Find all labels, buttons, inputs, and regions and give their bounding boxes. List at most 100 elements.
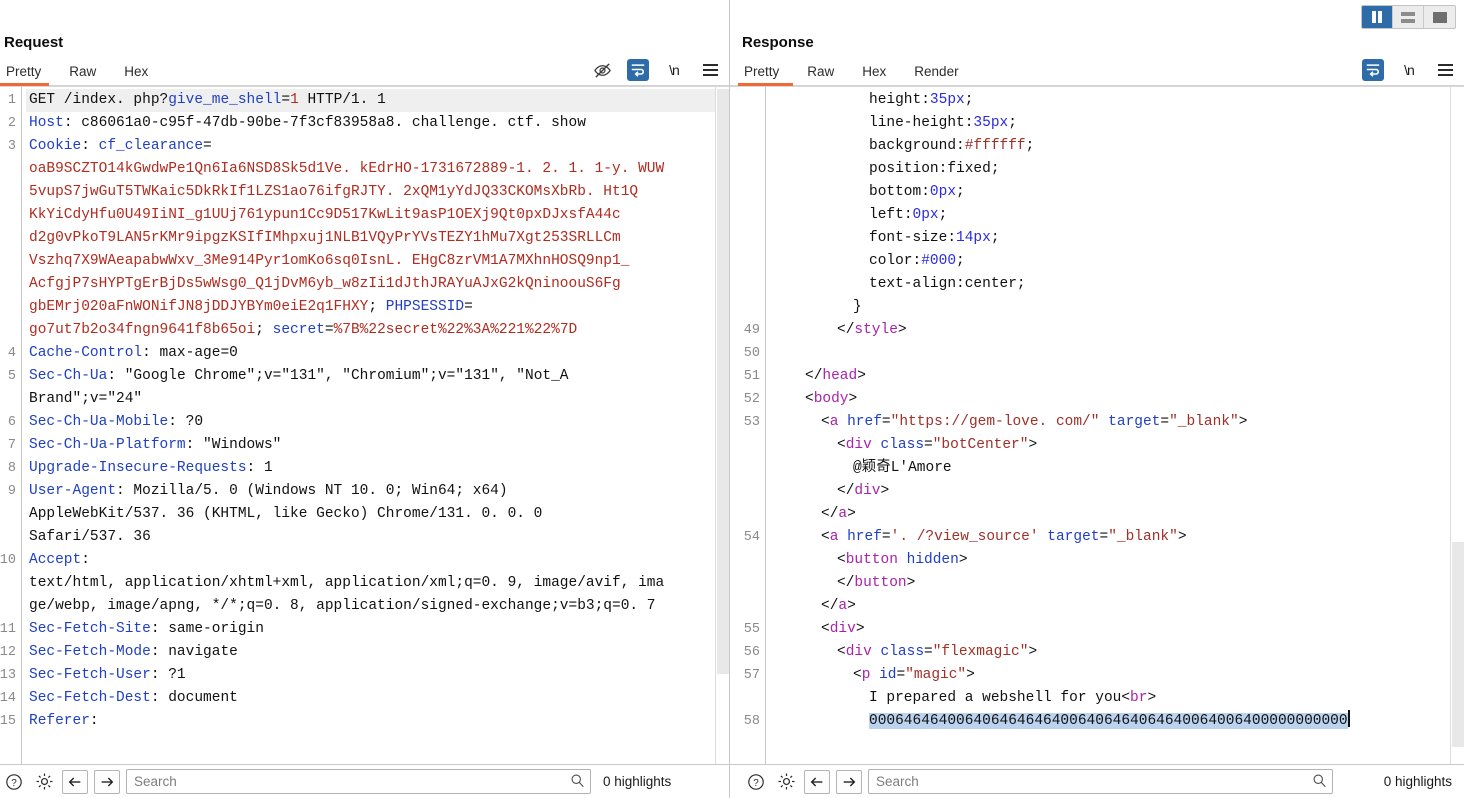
code-line[interactable]: <body> [770,388,1464,411]
response-editor[interactable]: 49 50 51 52 53 54 55 56 57 58 height:35px; line-he… [730,86,1464,764]
code-line[interactable]: text-align:center; [770,273,1464,296]
code-line[interactable] [770,342,1464,365]
code-token: Safari/537. 36 [29,529,151,545]
code-line[interactable]: font-size:14px; [770,227,1464,250]
code-line[interactable]: color:#000; [770,250,1464,273]
help-icon[interactable]: ? [2,770,26,794]
code-line[interactable]: GET /index. php?give_me_shell=1 HTTP/1. … [26,89,729,112]
response-code[interactable]: height:35px; line-height:35px; background:… [766,87,1464,764]
code-line[interactable]: text/html, application/xhtml+xml, applic… [26,572,729,595]
code-line[interactable]: Upgrade-Insecure-Requests: 1 [26,457,729,480]
code-line[interactable]: } [770,296,1464,319]
code-line[interactable]: AppleWebKit/537. 36 (KHTML, like Gecko) … [26,503,729,526]
code-line[interactable]: <div class="botCenter"> [770,434,1464,457]
code-line[interactable]: KkYiCdyHfu0U49IiNI_g1UUj761ypun1Cc9D517K… [26,204,729,227]
code-token: left [869,207,904,223]
code-line[interactable]: Sec-Fetch-Dest: document [26,687,729,710]
word-wrap-icon[interactable] [1362,59,1384,81]
response-tabbar: Pretty Raw Hex Render \n [730,58,1464,86]
request-code[interactable]: GET /index. php?give_me_shell=1 HTTP/1. … [22,87,729,764]
code-line[interactable]: Sec-Fetch-Mode: navigate [26,641,729,664]
code-line[interactable]: Sec-Ch-Ua-Platform: "Windows" [26,434,729,457]
search-next-button[interactable] [94,769,120,794]
response-vscroll-thumb[interactable] [1452,542,1464,747]
code-line[interactable]: bottom:0px; [770,181,1464,204]
code-line[interactable]: d2g0vPkoT9LAN5rKMr9ipgzKSIfIMhpxuj1NLB1V… [26,227,729,250]
response-vscrollbar[interactable] [1450,87,1464,764]
code-line[interactable]: oaB9SCZTO14kGwdwPe1Qn6Ia6NSD8Sk5d1Ve. kE… [26,158,729,181]
layout-single-pane-button[interactable] [1424,6,1455,28]
code-line[interactable]: 5vupS7jwGuT5TWKaic5DkRkIf1LZS1ao76ifgRJT… [26,181,729,204]
newline-icon[interactable]: \n [663,59,685,81]
code-line[interactable]: User-Agent: Mozilla/5. 0 (Windows NT 10.… [26,480,729,503]
code-line[interactable]: @颖奇L'Amore [770,457,1464,480]
line-number: 58 [743,714,760,729]
code-line[interactable]: background:#ffffff; [770,135,1464,158]
code-line[interactable]: Host: c86061a0-c95f-47db-90be-7f3cf83958… [26,112,729,135]
tab-response-render[interactable]: Render [900,64,972,85]
tab-response-raw[interactable]: Raw [793,64,848,85]
tab-request-raw[interactable]: Raw [55,64,110,85]
code-line[interactable]: Cache-Control: max-age=0 [26,342,729,365]
gear-icon[interactable] [32,770,56,794]
code-line[interactable]: gbEMrj020aFnWONifJN8jDDJYBYm0eiE2q1FHXY;… [26,296,729,319]
search-next-button[interactable] [836,769,862,794]
code-line[interactable]: position:fixed; [770,158,1464,181]
code-line[interactable]: <div class="flexmagic"> [770,641,1464,664]
code-line[interactable]: I prepared a webshell for you<br> [770,687,1464,710]
word-wrap-icon[interactable] [627,59,649,81]
code-line[interactable]: </div> [770,480,1464,503]
code-line[interactable]: Sec-Fetch-Site: same-origin [26,618,729,641]
request-vscrollbar[interactable] [715,87,729,764]
code-token: HTTP/1. 1 [298,92,386,108]
help-icon[interactable]: ? [744,770,768,794]
menu-icon[interactable] [699,59,721,81]
code-token: oaB9SCZTO14kGwdwPe1Qn6Ia6NSD8Sk5d1Ve. kE… [29,161,665,177]
code-line[interactable]: Referer: [26,710,729,733]
code-line[interactable]: <div> [770,618,1464,641]
tab-request-pretty[interactable]: Pretty [0,64,55,86]
code-line[interactable]: <button hidden> [770,549,1464,572]
tab-response-hex[interactable]: Hex [848,64,900,85]
tab-request-hex[interactable]: Hex [110,64,162,85]
search-prev-button[interactable] [804,769,830,794]
response-search-input[interactable] [868,769,1333,794]
code-line[interactable]: Sec-Ch-Ua-Mobile: ?0 [26,411,729,434]
code-line[interactable]: </button> [770,572,1464,595]
code-line[interactable]: left:0px; [770,204,1464,227]
code-line[interactable]: </a> [770,595,1464,618]
tab-response-pretty[interactable]: Pretty [738,64,794,86]
code-line[interactable]: Cookie: cf_clearance= [26,135,729,158]
code-line[interactable]: height:35px; [770,89,1464,112]
code-line[interactable]: line-height:35px; [770,112,1464,135]
layout-vertical-split-button[interactable] [1362,6,1393,28]
code-line[interactable]: 0006464640064064646464006406464064640064… [770,710,1464,733]
code-token: : "Google Chrome";v="131", "Chromium";v=… [107,368,569,384]
code-line[interactable]: ge/webp, image/apng, */*;q=0. 8, applica… [26,595,729,618]
request-editor[interactable]: 1 2 3 4 5 6 7 8 9 10 11 12 13 14 15 GET /index. php?gi… [0,86,729,764]
request-search-input[interactable] [126,769,591,794]
code-line[interactable]: </head> [770,365,1464,388]
code-line[interactable]: Vszhq7X9WAeapabwWxv_3Me914Pyr1omKo6sq0Is… [26,250,729,273]
code-line[interactable]: <a href="https://gem-love. com/" target=… [770,411,1464,434]
request-vscroll-thumb[interactable] [717,89,729,674]
code-line[interactable]: Accept: [26,549,729,572]
menu-icon[interactable] [1434,59,1456,81]
code-line[interactable]: </style> [770,319,1464,342]
code-token: height [869,92,922,108]
code-line[interactable]: Brand";v="24" [26,388,729,411]
gear-icon[interactable] [774,770,798,794]
code-line[interactable]: go7ut7b2o34fngn9641f8b65oi; secret=%7B%2… [26,319,729,342]
newline-icon[interactable]: \n [1398,59,1420,81]
code-line[interactable]: Sec-Fetch-User: ?1 [26,664,729,687]
search-prev-button[interactable] [62,769,88,794]
code-line[interactable]: <p id="magic"> [770,664,1464,687]
layout-horizontal-split-button[interactable] [1393,6,1424,28]
code-line[interactable]: Sec-Ch-Ua: "Google Chrome";v="131", "Chr… [26,365,729,388]
code-line[interactable]: Safari/537. 36 [26,526,729,549]
eye-off-icon[interactable] [591,59,613,81]
code-line[interactable]: AcfgjP7sHYPTgErBjDs5wWsg0_Q1jDvM6yb_w8zI… [26,273,729,296]
code-line[interactable]: <a href='. /?view_source' target="_blank… [770,526,1464,549]
code-line[interactable]: </a> [770,503,1464,526]
code-token: Accept [29,552,82,568]
